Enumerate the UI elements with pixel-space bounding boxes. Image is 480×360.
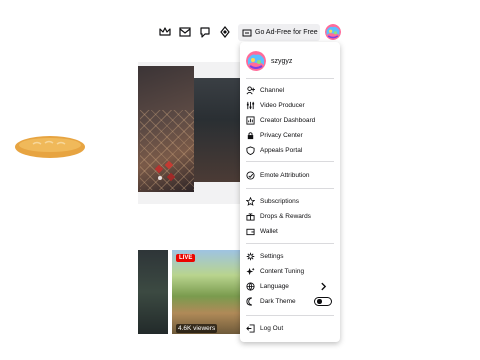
menu-item-drops-rewards[interactable]: Drops & Rewards: [246, 210, 334, 223]
gear-icon: [246, 252, 255, 261]
go-ad-free-button[interactable]: Go Ad-Free for Free: [238, 24, 320, 41]
bread-emote-image: [15, 136, 85, 158]
dark-theme-toggle[interactable]: [314, 297, 332, 306]
menu-item-emote-attribution[interactable]: Emote Attribution: [246, 169, 334, 182]
star-icon: [246, 197, 255, 206]
menu-item-appeals-portal[interactable]: Appeals Portal: [246, 144, 334, 157]
notifications-icon[interactable]: [218, 25, 232, 39]
user-menu: szygyz Channel Video Producer Creator Da…: [240, 42, 340, 342]
wallet-icon: [246, 228, 255, 236]
sparkle-icon: [246, 267, 255, 276]
menu-item-log-out[interactable]: Log Out: [246, 322, 334, 335]
inbox-icon[interactable]: [178, 25, 192, 39]
go-ad-free-label: Go Ad-Free for Free: [255, 29, 318, 36]
menu-item-creator-dashboard[interactable]: Creator Dashboard: [246, 114, 334, 127]
menu-item-channel[interactable]: Channel: [246, 84, 334, 97]
live-badge: LIVE: [176, 254, 196, 262]
stream-thumbnail[interactable]: [172, 250, 240, 334]
video-producer-icon: [246, 101, 255, 110]
top-nav: Go Ad-Free for Free: [0, 22, 480, 42]
dashboard-icon: [246, 116, 255, 125]
menu-user-header[interactable]: szygyz: [246, 48, 336, 74]
menu-divider: [246, 161, 334, 162]
avatar: [246, 51, 266, 71]
menu-divider: [246, 243, 334, 244]
crown-icon[interactable]: [158, 25, 172, 39]
logout-icon: [246, 324, 255, 333]
menu-item-dark-theme[interactable]: Dark Theme: [246, 295, 334, 308]
emote-icon: [246, 171, 255, 180]
ad-free-icon: [242, 29, 252, 36]
whispers-icon[interactable]: [198, 25, 212, 39]
username: szygyz: [271, 57, 293, 65]
user-avatar-button[interactable]: [325, 24, 341, 40]
menu-item-settings[interactable]: Settings: [246, 250, 334, 263]
viewer-count: 4.6K viewers: [176, 324, 218, 333]
menu-item-content-tuning[interactable]: Content Tuning: [246, 265, 334, 278]
stream-thumbnail[interactable]: [138, 250, 168, 334]
globe-icon: [246, 282, 255, 291]
menu-divider: [246, 78, 334, 79]
menu-divider: [246, 315, 334, 316]
menu-item-subscriptions[interactable]: Subscriptions: [246, 195, 334, 208]
stream-thumbnail-detail: [154, 160, 176, 182]
moon-icon: [246, 297, 252, 306]
toggle-knob: [317, 299, 322, 304]
channel-icon: [246, 86, 255, 95]
menu-item-wallet[interactable]: Wallet: [246, 225, 334, 238]
page: LIVE 4.6K viewers Go Ad-Free for Free sz…: [0, 0, 480, 360]
shield-icon: [246, 146, 255, 155]
gift-icon: [246, 213, 255, 221]
menu-item-language[interactable]: Language: [246, 280, 334, 293]
lock-icon: [247, 132, 254, 140]
menu-divider: [246, 188, 334, 189]
menu-item-video-producer[interactable]: Video Producer: [246, 99, 334, 112]
chevron-right-icon: [321, 282, 327, 291]
menu-item-privacy-center[interactable]: Privacy Center: [246, 129, 334, 142]
stream-thumbnail[interactable]: [194, 78, 240, 182]
